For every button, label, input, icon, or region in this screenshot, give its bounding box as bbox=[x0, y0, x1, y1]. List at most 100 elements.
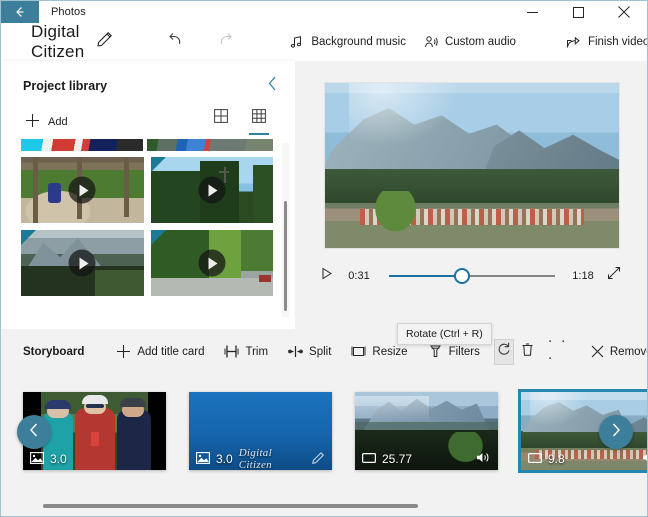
background-music-button[interactable]: Background music bbox=[281, 31, 415, 53]
clip-metadata: 3.0 bbox=[23, 448, 166, 470]
split-icon bbox=[288, 344, 303, 359]
total-time-label: 1:18 bbox=[572, 269, 594, 282]
selected-corner-marker bbox=[150, 157, 166, 172]
fullscreen-button[interactable] bbox=[601, 266, 627, 285]
remove-all-button[interactable]: Remove all bbox=[581, 340, 647, 363]
storyboard-right-actions: Remove all bbox=[581, 340, 647, 363]
playback-slider[interactable] bbox=[389, 267, 555, 285]
custom-audio-button[interactable]: Custom audio bbox=[415, 31, 525, 53]
library-collapse-button[interactable] bbox=[266, 75, 279, 97]
add-title-card-button[interactable]: Add title card bbox=[106, 339, 214, 364]
grid-small-icon bbox=[252, 109, 266, 128]
view-small-grid-button[interactable] bbox=[249, 109, 269, 135]
redo-icon bbox=[217, 31, 234, 53]
back-arrow-icon bbox=[13, 5, 27, 19]
slider-fill bbox=[389, 274, 463, 277]
undo-button[interactable] bbox=[165, 32, 185, 52]
delete-button[interactable] bbox=[518, 339, 538, 365]
storyboard-clips-area: 3.0 3.0 Digital Citizen 25.77 9.8 bbox=[1, 374, 647, 516]
resize-icon bbox=[351, 344, 366, 359]
storyboard-label: Storyboard bbox=[23, 345, 85, 358]
finish-video-button[interactable]: Finish video bbox=[557, 31, 648, 54]
selected-corner-marker bbox=[150, 230, 166, 245]
library-title: Project library bbox=[23, 79, 108, 93]
storyboard-next-button[interactable] bbox=[599, 415, 633, 449]
title-bar: Photos bbox=[1, 1, 647, 23]
library-thumbnail-area bbox=[21, 139, 273, 317]
storyboard-overflow-button[interactable]: · · · bbox=[538, 332, 581, 372]
photos-video-editor-window: Photos Digital Citizen Background music … bbox=[0, 0, 648, 517]
project-library-panel: Project library Add bbox=[1, 61, 295, 329]
library-thumbnail[interactable] bbox=[21, 230, 144, 296]
pencil-icon bbox=[96, 31, 113, 53]
play-icon bbox=[321, 267, 333, 285]
split-button[interactable]: Split bbox=[278, 339, 341, 364]
video-preview[interactable] bbox=[325, 83, 619, 248]
trim-icon bbox=[224, 344, 239, 359]
undo-redo-group bbox=[165, 32, 235, 52]
undo-icon bbox=[167, 31, 184, 53]
pencil-icon[interactable] bbox=[311, 451, 325, 468]
split-label: Split bbox=[309, 345, 332, 358]
storyboard-clip[interactable]: 3.0 Digital Citizen bbox=[189, 392, 332, 470]
minimize-button[interactable] bbox=[509, 1, 555, 23]
filters-label: Filters bbox=[448, 345, 480, 358]
selected-corner-marker bbox=[21, 230, 36, 245]
storyboard-prev-button[interactable] bbox=[17, 415, 51, 449]
project-title: Digital Citizen bbox=[31, 22, 85, 61]
plus-icon bbox=[25, 113, 40, 131]
clip-metadata: 3.0 Digital Citizen bbox=[189, 447, 332, 470]
add-media-button[interactable]: Add bbox=[21, 109, 72, 135]
library-thumbnail[interactable] bbox=[150, 230, 273, 296]
app-name-label: Photos bbox=[51, 6, 86, 18]
library-scrollbar[interactable] bbox=[284, 201, 287, 311]
trash-icon bbox=[520, 342, 535, 362]
library-thumbnail-grid bbox=[21, 157, 273, 296]
storyboard-clip[interactable]: 25.77 bbox=[355, 392, 498, 470]
library-header: Project library bbox=[1, 61, 295, 97]
library-partial-row bbox=[21, 139, 273, 151]
clip-duration: 9.8 bbox=[548, 452, 565, 466]
storyboard-horizontal-scrollbar[interactable] bbox=[43, 504, 418, 508]
back-button[interactable] bbox=[1, 1, 39, 23]
play-icon bbox=[198, 176, 226, 204]
minimize-icon bbox=[526, 7, 538, 18]
playback-controls: 0:31 1:18 bbox=[315, 266, 627, 285]
add-title-card-label: Add title card bbox=[137, 345, 205, 358]
rotate-tooltip: Rotate (Ctrl + R) bbox=[397, 323, 492, 345]
expand-icon bbox=[607, 266, 621, 285]
rename-project-button[interactable] bbox=[96, 31, 113, 53]
remove-all-label: Remove all bbox=[609, 345, 647, 358]
partial-thumb-2[interactable] bbox=[147, 139, 273, 151]
storyboard-clip-list: 3.0 3.0 Digital Citizen 25.77 9.8 bbox=[23, 389, 647, 473]
speaker-icon bbox=[476, 451, 491, 467]
trim-label: Trim bbox=[245, 345, 269, 358]
person-audio-icon bbox=[424, 35, 438, 49]
clip-duration: 3.0 bbox=[216, 452, 233, 466]
library-thumbnail[interactable] bbox=[21, 157, 144, 223]
library-view-toggles bbox=[211, 109, 279, 135]
chevron-left-icon bbox=[266, 75, 279, 97]
rotate-button[interactable] bbox=[493, 338, 515, 365]
view-large-grid-button[interactable] bbox=[211, 109, 231, 135]
slider-thumb[interactable] bbox=[454, 267, 471, 284]
library-thumbnail[interactable] bbox=[150, 157, 273, 223]
chevron-left-icon bbox=[26, 422, 42, 443]
image-icon bbox=[30, 451, 44, 467]
image-icon bbox=[196, 451, 210, 467]
plus-icon bbox=[116, 344, 131, 359]
current-time-label: 0:31 bbox=[348, 269, 370, 282]
redo-button[interactable] bbox=[215, 32, 235, 52]
media-commands: Background music Custom audio bbox=[281, 31, 525, 53]
video-preview-pane: 0:31 1:18 bbox=[295, 61, 647, 329]
finish-video-label: Finish video bbox=[587, 36, 648, 48]
trim-button[interactable]: Trim bbox=[214, 339, 278, 364]
partial-thumb-1[interactable] bbox=[21, 139, 143, 151]
play-pause-button[interactable] bbox=[315, 267, 339, 285]
title-card-text: Digital Citizen bbox=[238, 447, 272, 470]
background-music-label: Background music bbox=[311, 36, 406, 48]
chevron-right-icon bbox=[608, 422, 624, 443]
music-note-icon bbox=[290, 35, 304, 49]
storyboard-tools: Add title card Trim Split Resize Filters… bbox=[106, 332, 581, 372]
clip-metadata: 25.77 bbox=[355, 448, 498, 470]
